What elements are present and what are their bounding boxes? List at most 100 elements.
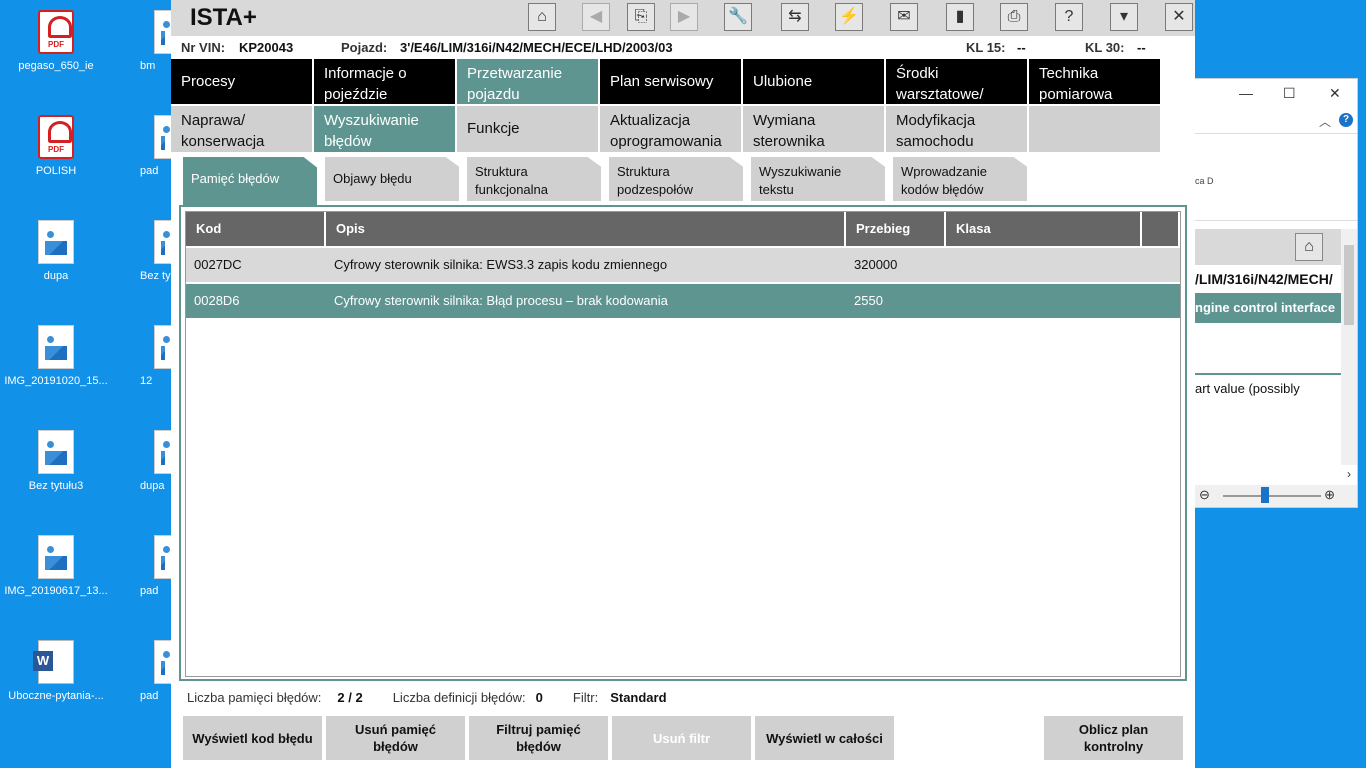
connection-icon[interactable]: ⚡	[835, 3, 863, 31]
help-icon[interactable]: ?	[1055, 3, 1083, 31]
cell-desc: Cyfrowy sterownik silnika: Błąd procesu …	[334, 293, 668, 308]
vehicle-label: Pojazd:	[341, 40, 388, 55]
mail-icon[interactable]: ✉	[890, 3, 918, 31]
app-title: ISTA+	[190, 4, 257, 31]
chevron-right-icon[interactable]: ›	[1347, 467, 1351, 481]
image-file-icon	[38, 430, 74, 474]
nav-informacje-o-pojezdzie[interactable]: Informacje o pojeździe	[314, 59, 455, 104]
cell-class	[946, 284, 1142, 318]
subnav-funkcje-serwisowe[interactable]: Funkcje serwisowe	[457, 106, 598, 152]
nav-technika-pomiarowa[interactable]: Technika pomiarowa	[1029, 59, 1160, 104]
chevron-up-icon[interactable]: ︿	[1319, 113, 1331, 130]
column-header-empty[interactable]	[1142, 212, 1180, 246]
nav-srodki-warsztatowe-eksploatacyjne[interactable]: Środki warsztatowe/ eksploatacyjne	[886, 59, 1027, 104]
subnav-aktualizacja-oprogramowania[interactable]: Aktualizacja oprogramowania	[600, 106, 741, 152]
background-window[interactable]: — ☐ ✕ ︿ ? ca D ⌂ /LIM/316i/N42/MECH/ ngi…	[1194, 78, 1358, 508]
desktop-icon-img-20190617-13[interactable]: IMG_20190617_13...	[1, 535, 111, 597]
zoom-track[interactable]	[1223, 495, 1321, 497]
sub-nav: Naprawa/ konserwacja Wyszukiwanie błędów F…	[171, 106, 1162, 152]
column-header-klasa[interactable]: Klasa	[946, 212, 1142, 246]
tab-wyszukiwanie-tekstu[interactable]: Wyszukiwanie tekstu	[751, 157, 885, 201]
kl30-label: KL 30:	[1085, 40, 1125, 55]
minimize-icon[interactable]: —	[1239, 85, 1253, 101]
desktop-icon-polish[interactable]: PDF POLISH	[1, 115, 111, 177]
nav-plan-serwisowy[interactable]: Plan serwisowy	[600, 59, 741, 104]
fault-memory-panel: Kod Opis Przebieg Klasa 0027DC Cyfrowy stero…	[179, 205, 1187, 681]
ribbon-text: ca D	[1195, 176, 1214, 186]
scroll-thumb[interactable]	[1344, 245, 1354, 325]
desktop-icon-img-20191020-15[interactable]: IMG_20191020_15...	[1, 325, 111, 387]
copy-icon[interactable]: ⎘	[627, 3, 655, 31]
vertical-scrollbar[interactable]	[1341, 229, 1357, 465]
tab-struktura-podzespolow[interactable]: Struktura podzespołów	[609, 157, 743, 201]
kl15-label: KL 15:	[966, 40, 1006, 55]
close-icon[interactable]: ✕	[1165, 3, 1193, 31]
main-nav: Procesy Informacje o pojeździe Przetwarzan…	[171, 59, 1162, 104]
title-bar: ISTA+ ⌂ ◀ ⎘ ▶ 🔧 ⇆ ⚡ ✉ ▮ ⎙? ▾ ✕	[171, 0, 1195, 36]
desktop-icon-pegaso-650-ie[interactable]: PDF pegaso_650_ie	[1, 10, 111, 72]
vehicle-fragment: /LIM/316i/N42/MECH/	[1195, 271, 1333, 287]
zoom-out-icon[interactable]: ⊖	[1199, 487, 1210, 503]
pdf-file-icon: PDF	[38, 10, 74, 54]
nav-procesy[interactable]: Procesy	[171, 59, 312, 104]
wrench-icon[interactable]: 🔧	[724, 3, 752, 31]
column-header-przebieg[interactable]: Przebieg	[846, 212, 946, 246]
desktop-icon-uboczne-pytania[interactable]: Uboczne-pytania-...	[1, 640, 111, 702]
usun-pamiec-bledow-button[interactable]: Usuń pamięć błędów	[326, 716, 465, 760]
usun-filtr-button: Usuń filtr	[612, 716, 751, 760]
cell-code: 0028D6	[194, 293, 240, 308]
table-row[interactable]: 0027DC Cyfrowy sterownik silnika: EWS3.3 …	[186, 248, 1180, 282]
compare-icon[interactable]: ⇆	[781, 3, 809, 31]
tab-pamiec-bledow[interactable]: Pamięć błędów	[183, 157, 317, 205]
desktop-icon-label: Bez tytułu3	[28, 480, 84, 492]
subnav-modyfikacja-samochodu[interactable]: Modyfikacja samochodu	[886, 106, 1027, 152]
image-file-icon	[154, 430, 172, 474]
definition-count-label: Liczba definicji błędów:	[392, 690, 526, 705]
wyswietl-kod-bledu-button[interactable]: Wyświetl kod błędu	[183, 716, 322, 760]
fault-table: Kod Opis Przebieg Klasa 0027DC Cyfrowy stero…	[185, 211, 1181, 677]
subnav-empty	[1029, 106, 1160, 152]
nav-przetwarzanie-pojazdu[interactable]: Przetwarzanie pojazdu	[457, 59, 598, 104]
tab-strip: Pamięć błędów Objawy błędu Struktura funkc…	[183, 157, 1035, 205]
subnav-naprawa-konserwacja[interactable]: Naprawa/ konserwacja	[171, 106, 312, 152]
image-file-icon	[38, 220, 74, 264]
minimize-icon[interactable]: ▾	[1110, 3, 1138, 31]
greenbar-text: ngine control interface	[1195, 293, 1341, 323]
zoom-slider[interactable]	[1261, 487, 1269, 503]
divider	[1195, 373, 1341, 375]
desktop-icon-dupa[interactable]: dupa	[1, 220, 111, 282]
filter-value: Standard	[610, 690, 667, 705]
subnav-wymiana-sterownika[interactable]: Wymiana sterownika	[743, 106, 884, 152]
image-file-icon	[154, 535, 172, 579]
oblicz-plan-kontrolny-button[interactable]: Oblicz plan kontrolny	[1044, 716, 1183, 760]
ribbon: ca D	[1195, 133, 1357, 221]
column-header-kod[interactable]: Kod	[186, 212, 326, 246]
table-row[interactable]: 0028D6 Cyfrowy sterownik silnika: Błąd pr…	[186, 284, 1180, 318]
image-file-icon	[154, 10, 172, 54]
battery-icon[interactable]: ▮	[946, 3, 974, 31]
cell-empty	[1142, 248, 1180, 282]
zoom-in-icon[interactable]: ⊕	[1324, 487, 1335, 503]
zoom-bar[interactable]: ⊖ ⊕	[1195, 485, 1357, 507]
maximize-icon[interactable]: ☐	[1283, 85, 1296, 102]
tab-wprowadzanie-kodow-bledow[interactable]: Wprowadzanie kodów błędów	[893, 157, 1027, 201]
wyswietl-w-calosci-button[interactable]: Wyświetl w całości	[755, 716, 894, 760]
cell-mileage: 2550	[854, 293, 883, 308]
cell-mileage: 320000	[854, 257, 898, 272]
column-header-opis[interactable]: Opis	[326, 212, 846, 246]
tab-objawy-bledu[interactable]: Objawy błędu	[325, 157, 459, 201]
help-icon[interactable]: ?	[1339, 113, 1353, 127]
subnav-wyszukiwanie-bledow[interactable]: Wyszukiwanie błędów	[314, 106, 455, 152]
close-icon[interactable]: ✕	[1329, 85, 1341, 102]
desktop-icon-bez-tytulu3[interactable]: Bez tytułu3	[1, 430, 111, 492]
vin-label: Nr VIN:	[181, 40, 226, 55]
print-icon[interactable]: ⎙	[1000, 3, 1028, 31]
filter-label: Filtr:	[572, 690, 599, 705]
image-file-icon	[154, 325, 172, 369]
tab-struktura-funkcjonalna[interactable]: Struktura funkcjonalna	[467, 157, 601, 201]
filtruj-pamiec-bledow-button[interactable]: Filtruj pamięć błędów	[469, 716, 608, 760]
table-header: Kod Opis Przebieg Klasa	[186, 212, 1180, 246]
home-icon[interactable]: ⌂	[528, 3, 556, 31]
home-icon[interactable]: ⌂	[1295, 233, 1323, 261]
nav-ulubione[interactable]: Ulubione	[743, 59, 884, 104]
